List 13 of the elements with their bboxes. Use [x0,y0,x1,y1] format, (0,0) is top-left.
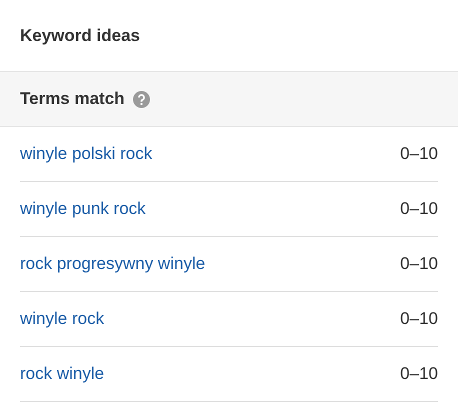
search-volume: 0–10 [400,143,438,166]
keyword-link[interactable]: rock progresywny winyle [20,251,206,277]
panel-title: Keyword ideas [20,24,140,47]
search-volume: 0–10 [400,363,438,386]
search-volume: 0–10 [400,253,438,276]
search-volume: 0–10 [400,308,438,330]
section-title: Terms match [20,88,125,110]
keyword-link[interactable]: winyle rock [20,306,104,332]
search-volume: 0–10 [400,198,438,220]
keyword-link[interactable]: winyle polski rock [20,141,152,167]
keyword-link[interactable]: rock winyle [20,361,104,387]
help-icon[interactable] [132,90,150,108]
keyword-link[interactable]: winyle punk rock [20,196,146,222]
